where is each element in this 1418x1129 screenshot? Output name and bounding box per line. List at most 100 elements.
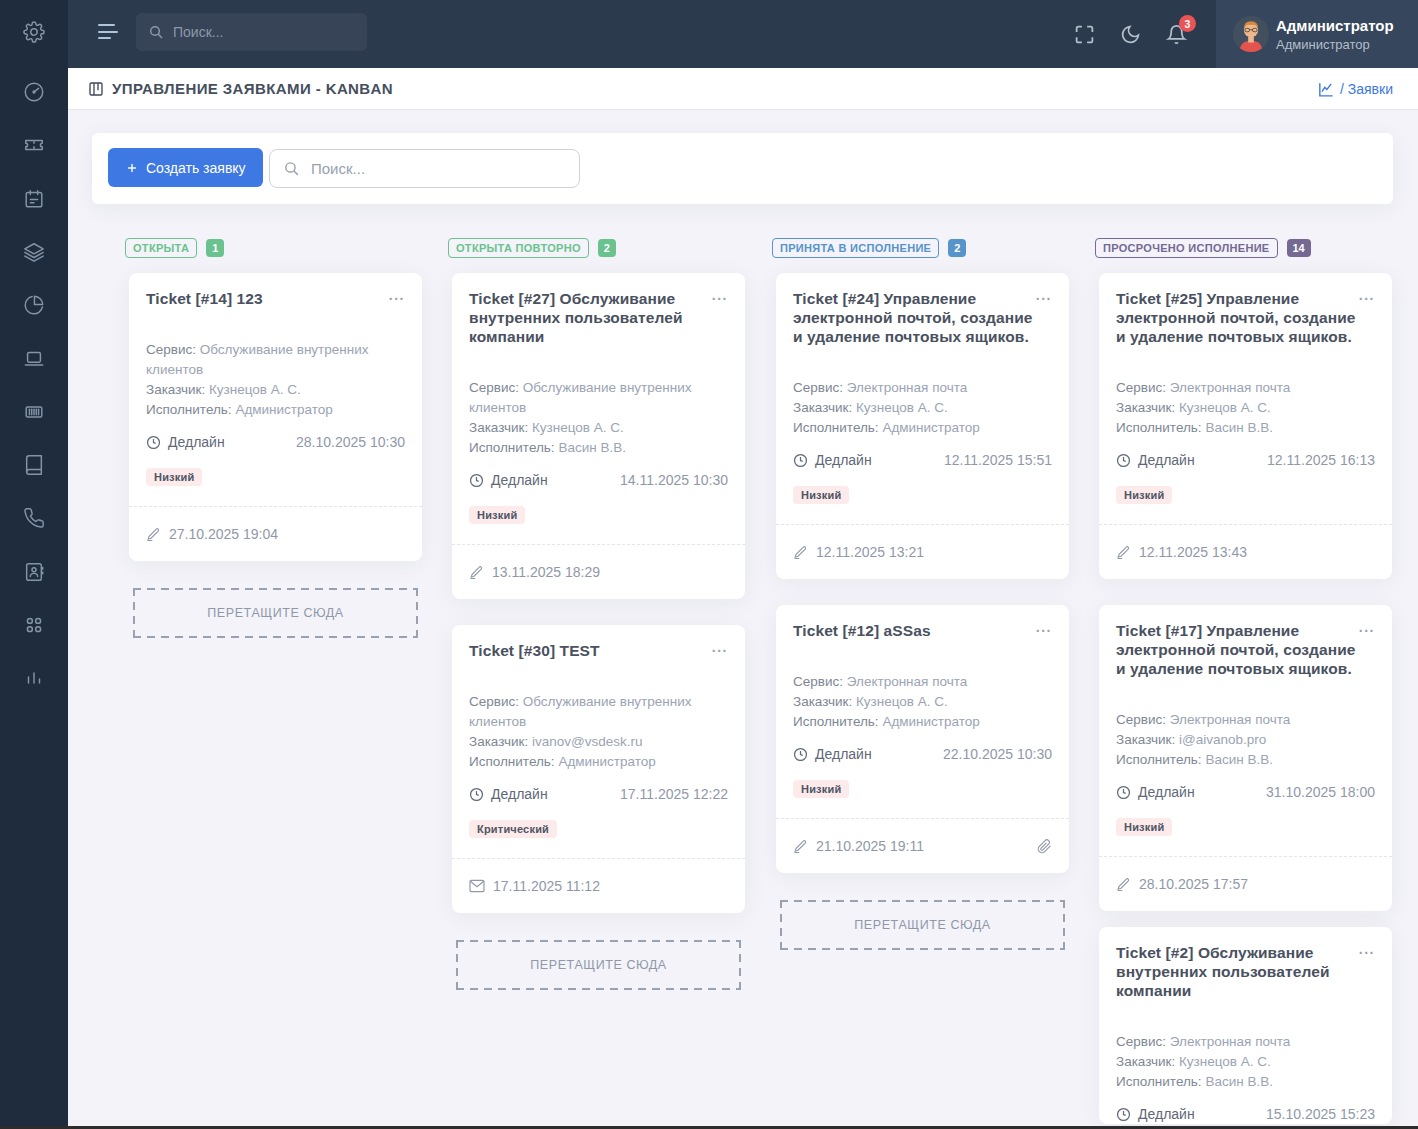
pencil-icon: [793, 839, 808, 854]
sidebar-item-contacts-icon[interactable]: [0, 552, 68, 592]
topbar-search-field[interactable]: [173, 24, 355, 40]
priority-badge: Низкий: [793, 780, 849, 798]
kanban-column-4: ПРОСРОЧЕНО ИСПОЛНЕНИЕ14Ticket [#25] Упра…: [1099, 237, 1392, 1129]
ticket-card[interactable]: Ticket [#24] Управление электронной почт…: [776, 273, 1069, 579]
priority-badge: Низкий: [1116, 818, 1172, 836]
priority-badge: Критический: [469, 820, 557, 838]
kanban-column-3: ПРИНЯТА В ИСПОЛНЕНИЕ2Ticket [#24] Управл…: [776, 237, 1069, 950]
pencil-icon: [1116, 877, 1131, 892]
board-search-field[interactable]: [311, 160, 566, 177]
dropzone[interactable]: ПЕРЕТАЩИТЕ СЮДА: [780, 900, 1065, 950]
settings-gear-icon: [23, 21, 45, 43]
menu-toggle-icon[interactable]: [98, 24, 118, 39]
dropzone[interactable]: ПЕРЕТАЩИТЕ СЮДА: [133, 588, 418, 638]
card-footer: 27.10.2025 19:04: [129, 506, 422, 561]
page-title: УПРАВЛЕНИЕ ЗАЯВКАМИ - KANBAN: [112, 80, 393, 97]
ticket-card[interactable]: Ticket [#27] Обслуживание внутренних пол…: [452, 273, 745, 599]
priority-badge: Низкий: [1116, 486, 1172, 504]
ticket-card[interactable]: Ticket [#25] Управление электронной почт…: [1099, 273, 1392, 579]
sidebar-item-laptop-icon[interactable]: [0, 339, 68, 379]
avatar: [1233, 16, 1269, 52]
apps-icon: [23, 614, 45, 636]
ticket-meta: Сервис: Электронная почтаЗаказчик: Кузне…: [1116, 1032, 1375, 1092]
user-name: Администратор: [1276, 17, 1394, 34]
ticket-title: Ticket [#2] Обслуживание внутренних поль…: [1116, 943, 1375, 1000]
ticket-card[interactable]: Ticket [#14] 123...Сервис: Обслуживание …: [129, 273, 422, 561]
ticket-meta: Сервис: Обслуживание внутренних клиентов…: [146, 340, 405, 420]
column-count-badge: 1: [206, 239, 224, 257]
priority-badge: Низкий: [793, 486, 849, 504]
dropzone-label: ПЕРЕТАЩИТЕ СЮДА: [854, 918, 991, 932]
board-search-input[interactable]: [269, 149, 580, 188]
sidebar-item-barcode-icon[interactable]: [0, 392, 68, 432]
sidebar-item-dashboard-icon[interactable]: [0, 72, 68, 112]
column-status-badge: ПРОСРОЧЕНО ИСПОЛНЕНИЕ: [1095, 238, 1278, 258]
card-menu-icon[interactable]: ...: [1036, 619, 1052, 635]
sidebar-item-layers-icon[interactable]: [0, 232, 68, 272]
deadline-label: Дедлайн: [1116, 784, 1195, 800]
column-status-badge: ПРИНЯТА В ИСПОЛНЕНИЕ: [772, 238, 939, 258]
toolbar-panel: Создать заявку: [92, 133, 1393, 204]
ticket-meta: Сервис: Электронная почтаЗаказчик: Кузне…: [1116, 378, 1375, 438]
ticket-title: Ticket [#27] Обслуживание внутренних пол…: [469, 289, 728, 346]
sidebar: [0, 0, 68, 1129]
activity-chart-icon[interactable]: [1317, 81, 1334, 98]
deadline-label: Дедлайн: [146, 434, 225, 450]
card-footer: 21.10.2025 19:11: [776, 818, 1069, 873]
card-footer-date: 21.10.2025 19:11: [816, 838, 924, 854]
deadline-date: 12.11.2025 15:51: [944, 452, 1052, 468]
ticket-card[interactable]: Ticket [#30] TEST...Сервис: Обслуживание…: [452, 625, 745, 913]
dashboard-icon: [23, 81, 45, 103]
notifications-count-badge: 3: [1179, 15, 1196, 32]
column-header: ПРОСРОЧЕНО ИСПОЛНЕНИЕ 14: [1095, 237, 1392, 258]
sidebar-item-bar-chart-icon[interactable]: [0, 658, 68, 698]
card-footer: 12.11.2025 13:21: [776, 524, 1069, 579]
user-menu[interactable]: Администратор Администратор: [1216, 0, 1418, 68]
kanban-column-2: ОТКРЫТА ПОВТОРНО2Ticket [#27] Обслуживан…: [452, 237, 745, 990]
column-count-badge: 14: [1287, 239, 1311, 257]
card-footer-date: 12.11.2025 13:21: [816, 544, 924, 560]
sidebar-item-phone-icon[interactable]: [0, 498, 68, 538]
ticket-card[interactable]: Ticket [#17] Управление электронной почт…: [1099, 605, 1392, 911]
ticket-meta: Сервис: Обслуживание внутренних клиентов…: [469, 378, 728, 458]
sidebar-item-pie-chart-icon[interactable]: [0, 285, 68, 325]
notifications-bell-icon[interactable]: 3: [1164, 22, 1188, 46]
deadline-label: Дедлайн: [793, 452, 872, 468]
ticket-title: Ticket [#17] Управление электронной почт…: [1116, 621, 1375, 678]
sidebar-item-tickets-icon[interactable]: [0, 125, 68, 165]
sidebar-item-settings-gear-icon[interactable]: [0, 12, 68, 52]
sidebar-item-calendar-icon[interactable]: [0, 179, 68, 219]
dropzone-label: ПЕРЕТАЩИТЕ СЮДА: [530, 958, 667, 972]
card-menu-icon[interactable]: ...: [712, 287, 728, 303]
fullscreen-icon[interactable]: [1072, 22, 1096, 46]
column-status-badge: ОТКРЫТА: [125, 238, 197, 258]
breadcrumb-link[interactable]: / Заявки: [1340, 81, 1393, 97]
barcode-icon: [23, 401, 45, 423]
sidebar-item-book-icon[interactable]: [0, 445, 68, 485]
card-menu-icon[interactable]: ...: [1036, 287, 1052, 303]
column-header: ПРИНЯТА В ИСПОЛНЕНИЕ2: [772, 237, 1069, 258]
ticket-title: Ticket [#24] Управление электронной почт…: [793, 289, 1052, 346]
kanban-column-1: ОТКРЫТА1Ticket [#14] 123...Сервис: Обслу…: [129, 237, 422, 638]
card-menu-icon[interactable]: ...: [389, 287, 405, 303]
deadline-date: 15.10.2025 15:23: [1266, 1106, 1375, 1122]
deadline-date: 17.11.2025 12:22: [620, 786, 728, 802]
dropzone[interactable]: ПЕРЕТАЩИТЕ СЮДА: [456, 940, 741, 990]
card-menu-icon[interactable]: ...: [1359, 619, 1375, 635]
dark-mode-icon[interactable]: [1118, 22, 1142, 46]
contacts-icon: [23, 561, 45, 583]
card-menu-icon[interactable]: ...: [1359, 287, 1375, 303]
create-ticket-button[interactable]: Создать заявку: [108, 148, 263, 187]
sidebar-item-apps-icon[interactable]: [0, 605, 68, 645]
ticket-card[interactable]: Ticket [#12] aSSas...Сервис: Электронная…: [776, 605, 1069, 873]
card-menu-icon[interactable]: ...: [1359, 941, 1375, 957]
ticket-card[interactable]: Ticket [#2] Обслуживание внутренних поль…: [1099, 927, 1392, 1124]
card-footer-date: 12.11.2025 13:43: [1139, 544, 1247, 560]
plus-icon: [125, 161, 139, 175]
kanban-icon: [88, 81, 104, 97]
topbar-search-input[interactable]: [136, 13, 367, 51]
book-icon: [23, 454, 45, 476]
card-menu-icon[interactable]: ...: [712, 639, 728, 655]
column-status-badge: ОТКРЫТА ПОВТОРНО: [448, 238, 589, 258]
tickets-icon: [23, 134, 45, 156]
